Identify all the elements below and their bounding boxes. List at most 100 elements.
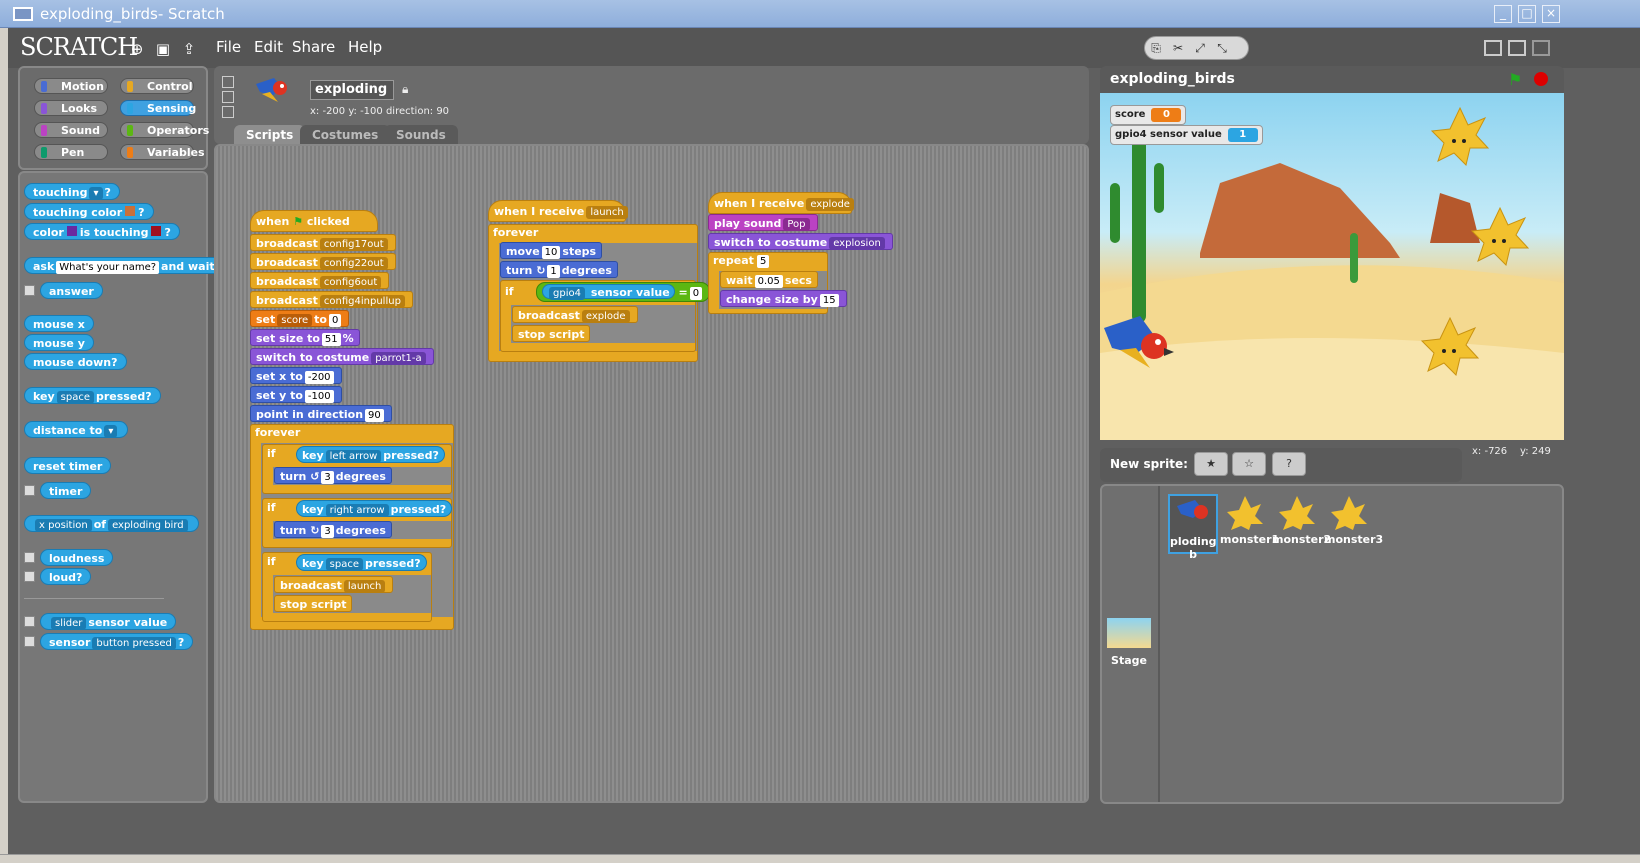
repeat-count-input[interactable]: 5 xyxy=(757,255,770,268)
loud-checkbox[interactable] xyxy=(24,571,35,582)
answer-block[interactable]: answer xyxy=(40,282,103,299)
set-variable-block[interactable]: set score to 0 xyxy=(250,310,350,327)
touching-color-block[interactable]: touching color? xyxy=(24,203,154,220)
presentation-icon[interactable] xyxy=(1532,40,1550,56)
direction-input[interactable]: 90 xyxy=(365,409,384,422)
dropdown[interactable]: ▾ xyxy=(104,425,118,438)
monster-sprite-icon[interactable] xyxy=(1470,203,1530,276)
lock-icon[interactable]: 🔒︎ xyxy=(402,82,408,97)
score-monitor[interactable]: score 0 xyxy=(1110,105,1187,125)
share-icon[interactable]: ⇪ xyxy=(180,40,198,58)
color-swatch[interactable] xyxy=(66,226,77,236)
menu-help[interactable]: Help xyxy=(348,38,382,56)
sprite-thumb-monster1[interactable]: monster1 xyxy=(1220,494,1279,554)
ask-input[interactable]: What's your name? xyxy=(56,261,160,274)
play-sound-block[interactable]: play sound Pop xyxy=(708,214,818,231)
category-variables[interactable]: Variables xyxy=(120,144,205,160)
menu-share[interactable]: Share xyxy=(292,38,335,56)
sensor-dropdown[interactable]: gpio4 xyxy=(549,287,585,300)
stage-thumb[interactable]: Stage xyxy=(1104,618,1154,678)
key-dropdown[interactable]: space xyxy=(56,391,94,404)
minimize-button[interactable]: _ xyxy=(1494,5,1512,23)
stop-script-block[interactable]: stop script xyxy=(512,325,591,342)
key-dropdown[interactable]: space xyxy=(325,558,363,571)
costume-dropdown[interactable]: parrot1-a xyxy=(371,352,426,365)
paint-sprite-button[interactable]: ★ xyxy=(1194,452,1228,476)
sensor-checkbox[interactable] xyxy=(24,636,35,647)
grow-icon[interactable]: ⤢ xyxy=(1189,37,1211,59)
reset-timer-block[interactable]: reset timer xyxy=(24,457,112,474)
stage-canvas[interactable]: score 0 gpio4 sensor value 1 xyxy=(1100,93,1564,440)
costume-dropdown[interactable]: explosion xyxy=(829,237,885,250)
tab-sounds[interactable]: Sounds xyxy=(384,125,458,145)
timer-checkbox[interactable] xyxy=(24,485,35,496)
sensor-dropdown[interactable]: slider xyxy=(51,617,87,630)
sensor-value-reporter[interactable]: gpio4 sensor value xyxy=(542,284,675,300)
turn-left-block[interactable]: turn ↺ 3 degrees xyxy=(274,467,392,484)
compare-input[interactable]: 0 xyxy=(689,287,703,300)
category-sensing[interactable]: Sensing xyxy=(120,100,196,116)
key-dropdown[interactable]: right arrow xyxy=(325,504,389,517)
sound-dropdown[interactable]: Pop xyxy=(783,218,810,231)
set-x-block[interactable]: set x to -200 xyxy=(250,367,342,384)
message-dropdown[interactable]: config4inpullup xyxy=(319,295,405,308)
color-touching-block[interactable]: color is touching? xyxy=(24,223,180,240)
sensor-pressed-block[interactable]: sensor button pressed? xyxy=(40,633,194,650)
degrees-input[interactable]: 1 xyxy=(547,265,560,278)
menu-file[interactable]: File xyxy=(216,38,241,56)
loud-block[interactable]: loud? xyxy=(40,568,92,585)
message-dropdown[interactable]: explode xyxy=(806,198,854,211)
loudness-block[interactable]: loudness xyxy=(40,549,114,566)
message-dropdown[interactable]: explode xyxy=(581,310,630,323)
turn-right-block[interactable]: turn ↻ 1 degrees xyxy=(500,261,618,278)
message-dropdown[interactable]: config17out xyxy=(319,238,388,251)
sprite-dropdown[interactable]: exploding bird xyxy=(108,519,188,532)
tab-costumes[interactable]: Costumes xyxy=(300,125,391,145)
parrot-sprite-icon[interactable] xyxy=(1100,308,1184,381)
shrink-icon[interactable]: ⤡ xyxy=(1211,37,1233,59)
green-flag-icon[interactable]: ⚑ xyxy=(1508,70,1522,89)
color-swatch[interactable] xyxy=(151,226,162,236)
key-pressed-condition[interactable]: key left arrow pressed? xyxy=(296,446,445,463)
stop-script-block[interactable]: stop script xyxy=(274,595,353,612)
monster-sprite-icon[interactable] xyxy=(1420,313,1480,386)
mouse-y-block[interactable]: mouse y xyxy=(24,334,94,351)
tab-scripts[interactable]: Scripts xyxy=(234,125,306,145)
x-input[interactable]: -200 xyxy=(304,371,334,384)
message-dropdown[interactable]: launch xyxy=(343,580,386,593)
key-pressed-condition[interactable]: key right arrow pressed? xyxy=(296,500,453,517)
category-control[interactable]: Control xyxy=(120,78,194,94)
y-input[interactable]: -100 xyxy=(304,390,334,403)
distance-to-block[interactable]: distance to ▾ xyxy=(24,421,129,438)
key-dropdown[interactable]: left arrow xyxy=(325,450,382,463)
broadcast-block[interactable]: broadcast explode xyxy=(512,306,638,323)
variable-dropdown[interactable]: score xyxy=(277,314,313,327)
broadcast-block[interactable]: broadcast launch xyxy=(274,576,394,593)
message-dropdown[interactable]: config22out xyxy=(319,257,388,270)
when-receive-hat[interactable]: when I receive explode xyxy=(708,192,854,214)
monster-sprite-icon[interactable] xyxy=(1430,103,1490,176)
broadcast-block[interactable]: broadcast config17out xyxy=(250,234,396,251)
set-y-block[interactable]: set y to -100 xyxy=(250,386,342,403)
change-size-block[interactable]: change size by 15 xyxy=(720,290,847,307)
broadcast-block[interactable]: broadcast config22out xyxy=(250,253,396,270)
value-input[interactable]: 0 xyxy=(328,314,342,327)
category-looks[interactable]: Looks xyxy=(34,100,108,116)
size-change-input[interactable]: 15 xyxy=(819,294,839,307)
answer-checkbox[interactable] xyxy=(24,285,35,296)
close-button[interactable]: × xyxy=(1542,5,1560,23)
dropdown[interactable]: ▾ xyxy=(89,187,103,200)
color-swatch[interactable] xyxy=(125,206,136,216)
broadcast-block[interactable]: broadcast config6out xyxy=(250,272,390,289)
degrees-input[interactable]: 3 xyxy=(321,471,334,484)
normal-stage-icon[interactable] xyxy=(1508,40,1526,56)
timer-block[interactable]: timer xyxy=(40,482,92,499)
message-dropdown[interactable]: launch xyxy=(586,206,628,219)
menu-edit[interactable]: Edit xyxy=(254,38,283,56)
point-direction-block[interactable]: point in direction 90 xyxy=(250,405,392,422)
size-input[interactable]: 51 xyxy=(321,333,341,346)
choose-sprite-button[interactable]: ☆ xyxy=(1232,452,1266,476)
steps-input[interactable]: 10 xyxy=(541,246,561,259)
category-motion[interactable]: Motion xyxy=(34,78,108,94)
scripts-area[interactable]: when ⚑ clicked broadcast config17out broa… xyxy=(214,144,1089,803)
